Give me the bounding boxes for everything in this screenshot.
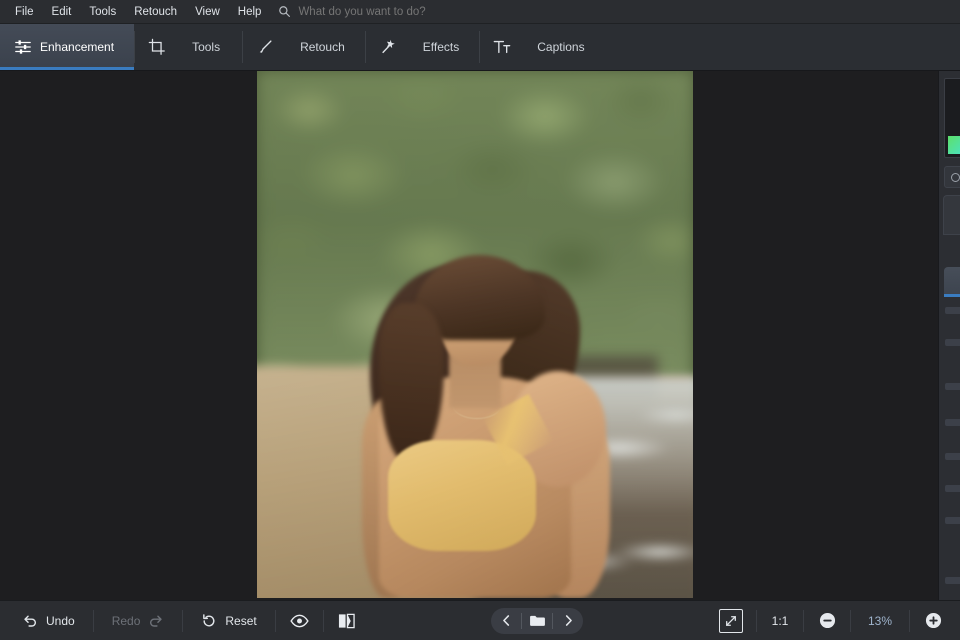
application-window: File Edit Tools Retouch View Help What d… <box>0 0 960 640</box>
panel-preview-thumbnail[interactable] <box>944 78 960 158</box>
toolbar-divider <box>850 609 852 632</box>
undo-button[interactable]: Undo <box>8 607 89 635</box>
menu-item-tools[interactable]: Tools <box>80 3 125 21</box>
undo-label: Undo <box>46 613 75 628</box>
menu-bar: File Edit Tools Retouch View Help <box>0 0 960 24</box>
next-image-button[interactable] <box>553 608 583 634</box>
menu-item-view[interactable]: View <box>186 3 229 21</box>
menu-item-help[interactable]: Help <box>229 3 271 21</box>
tab-label-retouch: Retouch <box>300 40 345 54</box>
magic-wand-icon <box>377 36 399 58</box>
sliders-icon <box>12 36 34 58</box>
panel-list-item[interactable] <box>945 485 960 492</box>
panel-list-item[interactable] <box>945 419 960 426</box>
undo-arrow-icon <box>22 613 38 629</box>
right-side-panel[interactable] <box>938 71 960 600</box>
panel-list-item[interactable] <box>945 307 960 314</box>
file-navigation-group <box>491 607 584 634</box>
toolbar-divider <box>909 609 911 632</box>
eye-icon <box>290 614 309 628</box>
panel-toggle-row[interactable] <box>944 166 960 188</box>
tab-tools[interactable]: Tools <box>134 24 242 70</box>
menu-item-retouch[interactable]: Retouch <box>125 3 186 21</box>
fit-to-screen-icon <box>719 608 744 633</box>
tab-effects[interactable]: Effects <box>364 24 479 70</box>
photo-person <box>257 71 693 598</box>
panel-list-item[interactable] <box>945 453 960 460</box>
preview-toggle-button[interactable] <box>280 607 319 635</box>
text-tool-icon <box>491 36 513 58</box>
redo-button[interactable]: Redo <box>98 607 179 635</box>
reset-circle-icon <box>201 613 217 629</box>
reset-label: Reset <box>225 613 257 628</box>
redo-arrow-icon <box>148 613 164 629</box>
zoom-in-icon <box>925 612 942 629</box>
search-box[interactable] <box>278 5 599 18</box>
panel-tab-active[interactable] <box>944 267 960 297</box>
tab-enhancement[interactable]: Enhancement <box>0 24 135 70</box>
photo-preview[interactable] <box>257 71 693 598</box>
main-area <box>0 71 960 600</box>
zoom-in-button[interactable] <box>914 607 952 635</box>
zoom-out-button[interactable] <box>808 607 846 635</box>
image-canvas[interactable] <box>0 71 938 600</box>
panel-list-item[interactable] <box>945 383 960 390</box>
zoom-level-value[interactable]: 13% <box>855 607 905 635</box>
browse-folder-button[interactable] <box>522 608 552 634</box>
menu-item-file[interactable]: File <box>6 3 43 21</box>
previous-image-button[interactable] <box>491 608 521 634</box>
compare-button[interactable] <box>328 607 365 635</box>
brush-icon <box>254 36 276 58</box>
toolbar-divider <box>92 609 94 632</box>
tab-label-effects: Effects <box>422 40 460 54</box>
panel-radio-icon <box>951 173 960 182</box>
photo-scene <box>257 71 693 598</box>
tab-label-enhancement: Enhancement <box>40 40 115 54</box>
bottom-toolbar: Undo Redo Reset 1:1 13% <box>0 600 960 640</box>
toolbar-divider <box>274 609 276 632</box>
fit-to-screen-button[interactable] <box>710 607 752 635</box>
search-input[interactable] <box>298 5 599 18</box>
photo-necklace <box>453 392 502 419</box>
panel-card[interactable] <box>943 195 960 235</box>
crop-icon <box>146 36 168 58</box>
zoom-out-icon <box>819 612 836 629</box>
panel-preview-swatch <box>948 136 960 154</box>
redo-label: Redo <box>111 613 141 628</box>
zoom-controls: 1:1 13% <box>710 607 952 635</box>
split-compare-icon <box>338 613 355 629</box>
reset-button[interactable]: Reset <box>187 607 270 635</box>
menu-item-edit[interactable]: Edit <box>43 3 81 21</box>
toolbar-divider <box>322 609 324 632</box>
actual-size-button[interactable]: 1:1 <box>761 607 799 635</box>
folder-icon <box>529 614 546 627</box>
tab-label-tools: Tools <box>192 40 221 54</box>
toolbar-divider <box>182 609 184 632</box>
panel-list-item[interactable] <box>945 577 960 584</box>
search-icon <box>278 5 291 18</box>
tab-label-captions: Captions <box>537 40 585 54</box>
panel-list-item[interactable] <box>945 339 960 346</box>
mode-tab-bar: Enhancement Tools Retouch Effects Captio… <box>0 24 960 71</box>
tab-captions[interactable]: Captions <box>479 24 604 70</box>
panel-list-item[interactable] <box>945 517 960 524</box>
toolbar-divider <box>756 609 758 632</box>
toolbar-divider <box>803 609 805 632</box>
tab-retouch[interactable]: Retouch <box>242 24 365 70</box>
